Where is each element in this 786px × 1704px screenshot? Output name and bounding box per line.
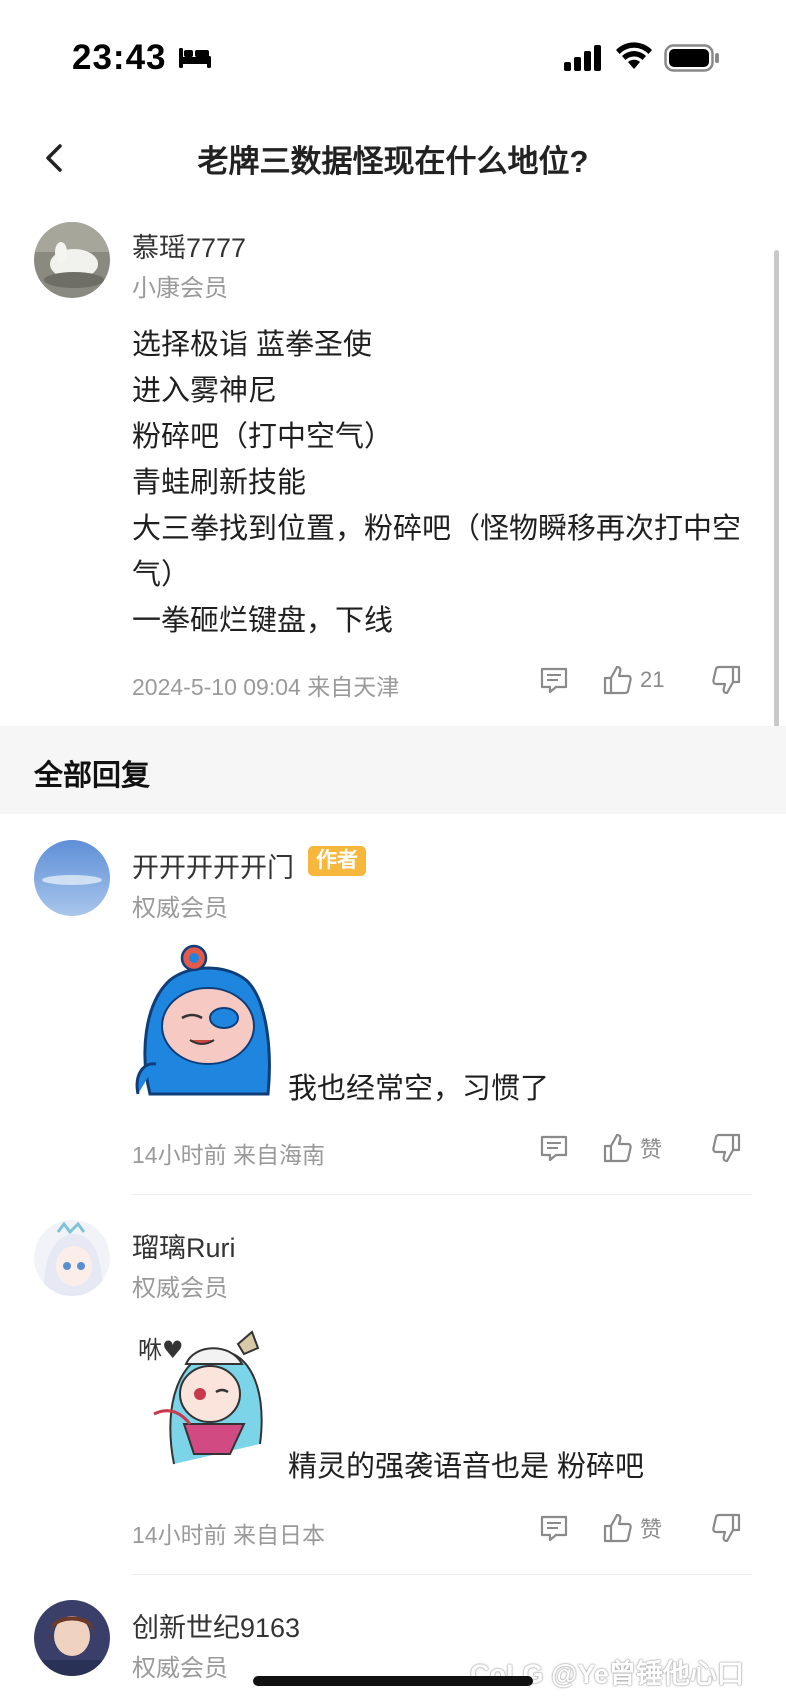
thumbs-down-icon — [712, 665, 741, 695]
post-content: 选择极诣 蓝拳圣使 进入雾神尼 粉碎吧（打中空气） 青蛙刷新技能 大三拳找到位置… — [132, 322, 762, 644]
avatar[interactable] — [34, 222, 110, 298]
like-count: 21 — [640, 667, 665, 692]
post-line: 进入雾神尼 — [132, 375, 278, 407]
sleep-mode-icon — [179, 48, 211, 68]
status-time: 23:43 — [72, 38, 167, 77]
status-bar: 23:43 — [0, 0, 786, 120]
comment-button[interactable] — [538, 664, 570, 696]
avatar-image — [34, 1600, 110, 1676]
replies-section-header: 全部回复 — [0, 726, 786, 814]
avatar[interactable] — [34, 840, 110, 916]
like-button[interactable]: 赞 — [602, 1512, 662, 1544]
post-author-name[interactable]: 慕瑶7777 — [132, 226, 246, 265]
comment-button[interactable] — [538, 1512, 570, 1544]
reply-content: 精灵的强袭语音也是 粉碎吧 — [288, 1451, 645, 1483]
sticker-image — [135, 944, 271, 1096]
avatar-image — [34, 222, 110, 298]
reply-content: 我也经常空，习惯了 — [288, 1073, 550, 1105]
avatar-image — [34, 840, 110, 916]
dislike-button[interactable] — [710, 664, 742, 696]
thumbs-down-icon — [712, 1513, 741, 1543]
thumbs-up-icon — [603, 1133, 632, 1163]
comment-icon — [540, 667, 568, 694]
post-line: 粉碎吧（打中空气） — [132, 421, 394, 453]
thumbs-up-icon — [603, 665, 632, 695]
post-line: 青蛙刷新技能 — [132, 467, 307, 499]
comment-icon — [540, 1515, 568, 1542]
like-label: 赞 — [640, 1137, 663, 1162]
page-title: 老牌三数据怪现在什么地位? — [197, 144, 589, 179]
divider — [132, 1574, 752, 1575]
reply-author-level: 权威会员 — [132, 1275, 228, 1302]
nav-bar: 老牌三数据怪现在什么地位? — [0, 120, 786, 224]
dislike-button[interactable] — [710, 1132, 742, 1164]
post-line: 一拳砸烂键盘，下线 — [132, 605, 394, 637]
reply-meta: 14小时前 来自海南 — [132, 1142, 325, 1168]
like-button[interactable]: 21 — [602, 664, 664, 696]
thumbs-up-icon — [603, 1513, 632, 1543]
avatar[interactable] — [34, 1600, 110, 1676]
reply-author-level: 权威会员 — [132, 1655, 228, 1682]
cellular-signal-icon — [564, 45, 601, 71]
divider — [132, 1194, 752, 1195]
reply-author-name[interactable]: 开开开开开门 — [132, 846, 294, 885]
post-author-level: 小康会员 — [132, 275, 228, 302]
scrollbar[interactable] — [774, 250, 779, 775]
reply-author-name[interactable]: 创新世纪9163 — [132, 1606, 300, 1645]
avatar-image — [34, 1220, 110, 1296]
like-button[interactable]: 赞 — [602, 1132, 662, 1164]
replies-header: 全部回复 — [34, 760, 151, 792]
reply-author-name[interactable]: 瑠璃Ruri — [132, 1226, 236, 1265]
sticker-image: 咻♥ — [138, 1330, 263, 1465]
battery-icon — [664, 44, 719, 72]
comment-button[interactable] — [538, 1132, 570, 1164]
like-label: 赞 — [640, 1517, 663, 1542]
post-line: 气） — [132, 559, 191, 591]
reply-author-level: 权威会员 — [132, 895, 228, 922]
author-badge: 作者 — [308, 846, 366, 876]
post-meta: 2024-5-10 09:04 来自天津 — [132, 674, 400, 700]
post-line: 大三拳找到位置，粉碎吧（怪物瞬移再次打中空 — [132, 513, 742, 545]
dislike-button[interactable] — [710, 1512, 742, 1544]
sticker-text: 咻♥ — [138, 1336, 184, 1364]
comment-icon — [540, 1135, 568, 1162]
thumbs-down-icon — [712, 1133, 741, 1163]
wifi-icon — [616, 42, 652, 69]
avatar[interactable] — [34, 1220, 110, 1296]
home-indicator[interactable] — [253, 1676, 533, 1686]
reply-meta: 14小时前 来自日本 — [132, 1522, 325, 1548]
post-line: 选择极诣 蓝拳圣使 — [132, 329, 373, 361]
